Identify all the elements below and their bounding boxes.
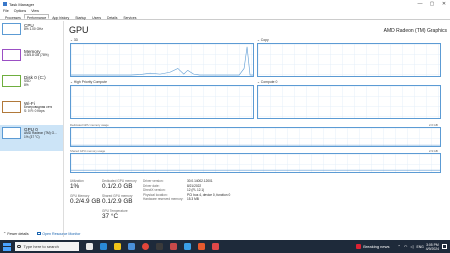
stat-value: 0.2/4.9 GB (70, 198, 101, 205)
engine-graph-compute-0 (257, 85, 441, 119)
gpu-stats: Utilization 1% Dedicated GPU memory 0.1/… (70, 177, 440, 235)
3d-usage-line (71, 46, 253, 76)
sidebar-item-detail: S: 0 R: 0 Kbps (24, 108, 45, 113)
engine-label: High Priority Compute (73, 80, 107, 84)
maximize-button[interactable]: ▢ (426, 0, 438, 8)
tab-users[interactable]: Users (89, 14, 104, 20)
clock-time: 3:05 PM (426, 242, 439, 247)
engine-label: Compute 0 (260, 80, 278, 84)
taskbar: Type here to search Breaking news ⌃ ◠ ◁ … (0, 240, 450, 253)
tab-processes[interactable]: Processes (2, 14, 24, 20)
shared-memory-stat: Shared GPU memory 0.1/2.9 GB (102, 194, 133, 205)
app-icon[interactable] (170, 243, 177, 250)
sidebar-item-detail: 4.5/5.8 GB (78%) (24, 53, 49, 57)
sidebar-item-detail: 1% (37 °C) (24, 134, 40, 139)
chevron-up-icon[interactable]: ⌃ (3, 231, 6, 236)
shared-memory-graph (70, 153, 441, 173)
page-title: GPU (69, 25, 89, 35)
title-bar: Task Manager — ▢ ✕ (0, 0, 450, 8)
engine-label: 3D (73, 38, 79, 42)
engine-graph-copy (257, 43, 441, 77)
wifi-icon[interactable]: ◠ (404, 244, 408, 249)
news-widget[interactable]: Breaking news (356, 244, 390, 249)
sidebar-item-cpu[interactable]: CPU 8% 1.00 GHz (0, 21, 63, 47)
tab-startup[interactable]: Startup (72, 14, 89, 20)
open-resource-monitor-label: Open Resource Monitor (42, 231, 81, 236)
stat-value: 0.1/2.0 GB (102, 183, 133, 190)
stat-value: 37 °C (102, 213, 119, 220)
engine-graph-3d (70, 43, 254, 77)
language-indicator[interactable]: ENG (416, 245, 423, 249)
gpu-thumbnail-graph (2, 127, 21, 139)
property-row: Hardware reserved memory: 15.3 MB (143, 197, 230, 202)
sidebar-item-detail: 8% (24, 82, 29, 87)
chrome-icon[interactable] (142, 243, 149, 250)
sidebar-item-memory[interactable]: Memory 4.5/5.8 GB (78%) (0, 47, 63, 73)
news-icon (356, 244, 362, 249)
task-view-icon[interactable] (86, 243, 93, 250)
tab-performance[interactable]: Performance (23, 14, 50, 20)
shared-memory-line (71, 169, 440, 171)
cpu-thumbnail-graph (2, 23, 21, 35)
tab-details[interactable]: Details (104, 14, 120, 20)
sidebar-item-disk[interactable]: Disk 0 (C:) SSD 8% (0, 73, 63, 99)
window-title: Task Manager (9, 1, 35, 7)
engine-selector-compute-0[interactable]: ⌄ Compute 0 (257, 80, 277, 84)
property-value: 15.3 MB (187, 197, 199, 202)
minimize-button[interactable]: — (414, 0, 426, 8)
gpu-memory-stat: GPU Memory 0.2/4.9 GB (70, 194, 101, 205)
utilization-stat: Utilization 1% (70, 179, 84, 190)
task-manager-taskbar-icon[interactable] (184, 243, 191, 250)
tab-app-history[interactable]: App history (49, 14, 72, 20)
chevron-up-icon[interactable]: ⌃ (398, 244, 401, 249)
wifi-thumbnail-graph (2, 101, 21, 113)
task-manager-footer: ⌃ Fewer details Open Resource Monitor (0, 229, 450, 238)
app-icon[interactable] (156, 243, 163, 250)
stat-value: 0.1/2.9 GB (102, 198, 133, 205)
clock[interactable]: 3:05 PM 4/9/2024 (426, 243, 439, 251)
gpu-temperature-stat: GPU Temperature 37 °C (102, 209, 128, 220)
app-icon[interactable] (198, 243, 205, 250)
dedicated-memory-graph (70, 127, 441, 147)
app-icon[interactable] (212, 243, 219, 250)
volume-icon[interactable]: ◁ (410, 244, 413, 249)
fewer-details-link[interactable]: Fewer details (7, 232, 28, 236)
gpu-model-name: AMD Radeon (TM) Graphics (383, 28, 447, 34)
taskbar-search-box[interactable]: Type here to search (15, 242, 79, 251)
disk-thumbnail-graph (2, 75, 21, 87)
performance-sidebar: CPU 8% 1.00 GHz Memory 4.5/5.8 GB (78%) … (0, 21, 64, 237)
system-tray: Breaking news ⌃ ◠ ◁ ENG 3:05 PM 4/9/2024 (356, 240, 447, 253)
property-key: Hardware reserved memory: (143, 197, 184, 202)
notifications-icon[interactable] (442, 244, 447, 249)
engine-selector-high-priority-compute[interactable]: ⌄ High Priority Compute (70, 80, 107, 84)
file-explorer-icon[interactable] (114, 243, 121, 250)
windows-start-icon[interactable] (3, 242, 11, 251)
search-icon (17, 244, 21, 249)
close-button[interactable]: ✕ (438, 0, 450, 8)
engine-selector-copy[interactable]: ⌄ Copy (257, 38, 269, 42)
sidebar-item-gpu[interactable]: GPU 0 AMD Radeon (TM) G... 1% (37 °C) (0, 125, 63, 151)
clock-date: 4/9/2024 (425, 246, 439, 251)
edge-icon[interactable] (100, 243, 107, 250)
sidebar-item-detail: 8% 1.00 GHz (24, 27, 43, 31)
tab-services[interactable]: Services (120, 14, 139, 20)
engine-graph-high-priority-compute (70, 85, 254, 119)
stat-value: 1% (70, 183, 80, 190)
tab-strip: Processes Performance App history Startu… (0, 14, 450, 20)
sidebar-item-wifi[interactable]: Wi-Fi Беспроводная сеть S: 0 R: 0 Kbps (0, 99, 63, 125)
dedicated-memory-line (71, 144, 440, 146)
gpu-properties: Driver version: 30.0.14002.12001 Driver d… (143, 179, 230, 202)
task-manager-icon (3, 2, 7, 6)
dedicated-memory-stat: Dedicated GPU memory 0.1/2.0 GB (102, 179, 137, 190)
store-icon[interactable] (128, 243, 135, 250)
memory-thumbnail-graph (2, 49, 21, 61)
news-label: Breaking news (363, 244, 390, 249)
open-resource-monitor-link[interactable]: Open Resource Monitor (36, 231, 81, 236)
engine-label: Copy (260, 38, 269, 42)
resource-monitor-icon (36, 231, 41, 236)
search-placeholder: Type here to search (23, 244, 59, 249)
engine-selector-3d[interactable]: ⌄ 3D (70, 38, 78, 42)
